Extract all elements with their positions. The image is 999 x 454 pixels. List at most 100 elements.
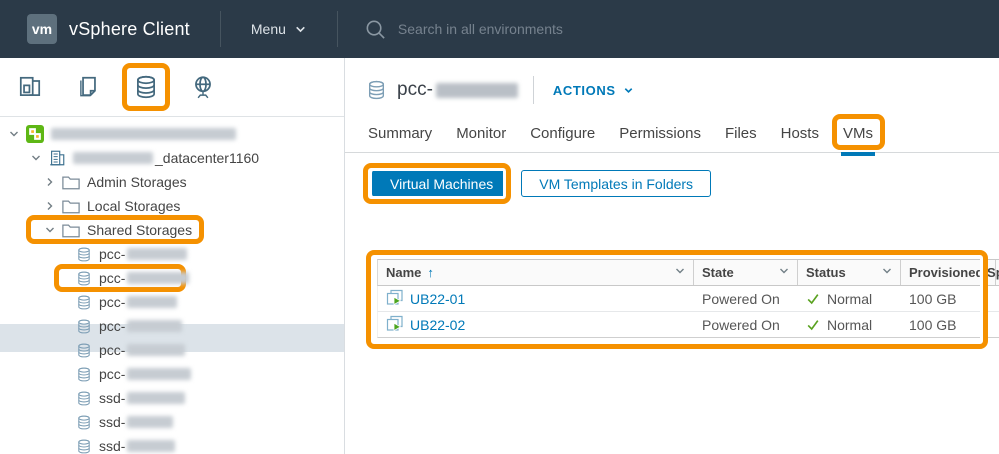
view-toggle: Virtual Machines VM Templates in Folders	[372, 170, 711, 197]
redacted-text	[436, 83, 518, 98]
datastore-icon	[76, 246, 92, 263]
chevron-down-icon	[294, 23, 307, 36]
tree-item-datastore-selected[interactable]: pcc-	[0, 266, 344, 290]
status-ok-check-icon	[806, 292, 820, 306]
tree-item-datastore[interactable]: ssd-	[0, 434, 344, 454]
tab-configure[interactable]: Configure	[530, 120, 595, 152]
vcenter-icon	[26, 125, 44, 143]
datastore-icon	[76, 294, 92, 311]
folder-icon	[62, 175, 80, 190]
tab-vms[interactable]: VMs	[843, 120, 873, 152]
divider	[337, 11, 338, 47]
redacted-text	[127, 344, 185, 356]
tree-item-label: ssd-	[99, 438, 125, 454]
status-text: Normal	[827, 317, 872, 333]
column-header-provisioned-space[interactable]: Provisioned Spac	[901, 260, 996, 285]
divider	[533, 76, 534, 104]
table-header-row: Name ↑ State Status Provisioned Spac	[377, 259, 999, 286]
virtual-machines-button[interactable]: Virtual Machines	[372, 170, 511, 197]
redacted-text	[73, 152, 153, 164]
global-search[interactable]: Search in all environments	[364, 18, 563, 41]
tree-item-folder-admin-storages[interactable]: Admin Storages	[0, 170, 344, 194]
inventory-tree: _datacenter1160 Admin Storages Local Sto…	[0, 122, 344, 454]
cell-state: Powered On	[694, 286, 798, 311]
datastore-icon	[76, 366, 92, 383]
tree-item-label: Admin Storages	[87, 174, 187, 190]
tree-item-datastore[interactable]: ssd-	[0, 386, 344, 410]
tree-item-label: pcc-	[99, 318, 125, 334]
tree-item-datastore[interactable]: pcc-	[0, 290, 344, 314]
column-menu-chevron-icon[interactable]	[778, 265, 790, 280]
vm-templates-label: VM Templates in Folders	[539, 176, 693, 192]
table-row[interactable]: UB22-02 Powered On Normal 100 GB	[377, 312, 999, 338]
vm-name-link[interactable]: UB22-02	[410, 317, 465, 333]
tab-summary[interactable]: Summary	[368, 120, 432, 152]
table-row[interactable]: UB22-01 Powered On Normal 100 GB	[377, 286, 999, 312]
redacted-text	[127, 368, 191, 380]
storage-icon[interactable]	[132, 73, 160, 101]
search-icon	[364, 18, 387, 41]
tree-item-label: Shared Storages	[87, 222, 192, 238]
tree-item-label: pcc-	[99, 366, 125, 382]
chevron-down-icon[interactable]	[44, 224, 56, 236]
tree-item-folder-local-storages[interactable]: Local Storages	[0, 194, 344, 218]
column-menu-chevron-icon[interactable]	[881, 265, 893, 280]
vmware-logo[interactable]: vm	[27, 14, 57, 44]
column-label: Status	[806, 265, 846, 280]
cell-provisioned: 100 GB	[901, 312, 996, 337]
sort-ascending-icon: ↑	[427, 265, 434, 280]
hosts-and-clusters-icon[interactable]	[16, 73, 44, 101]
vsphere-client-window: vm vSphere Client Menu Search in all env…	[0, 0, 999, 454]
vms-and-templates-icon[interactable]	[75, 73, 103, 101]
actions-label: ACTIONS	[553, 83, 616, 98]
vm-powered-on-icon	[386, 315, 404, 335]
tree-item-label: Local Storages	[87, 198, 180, 214]
tree-item-datastore[interactable]: ssd-	[0, 410, 344, 434]
top-bar: vm vSphere Client Menu Search in all env…	[0, 0, 999, 58]
column-menu-chevron-icon[interactable]	[674, 265, 686, 280]
tree-item-datastore[interactable]: pcc-	[0, 314, 344, 338]
search-placeholder: Search in all environments	[398, 21, 563, 37]
tree-item-label: pcc-	[99, 246, 125, 262]
tree-item-folder-shared-storages[interactable]: Shared Storages	[0, 218, 344, 242]
tab-monitor[interactable]: Monitor	[456, 120, 506, 152]
column-header-status[interactable]: Status	[798, 260, 901, 285]
datastore-icon	[76, 270, 92, 287]
chevron-right-icon[interactable]	[44, 176, 56, 188]
tab-files[interactable]: Files	[725, 120, 757, 152]
menu-label: Menu	[251, 21, 286, 37]
tree-item-label: ssd-	[99, 390, 125, 406]
tree-item-datastore[interactable]: pcc-	[0, 362, 344, 386]
datastore-icon	[366, 79, 387, 101]
page-title: pcc-	[397, 79, 518, 101]
column-header-state[interactable]: State	[694, 260, 798, 285]
vm-name-link[interactable]: UB22-01	[410, 291, 465, 307]
datastore-icon	[76, 318, 92, 335]
redacted-text	[127, 392, 185, 404]
tree-item-datastore[interactable]: pcc-	[0, 338, 344, 362]
vm-templates-button[interactable]: VM Templates in Folders	[521, 170, 711, 197]
networking-icon[interactable]	[189, 73, 217, 101]
actions-button[interactable]: ACTIONS	[553, 83, 634, 98]
tree-item-vcenter[interactable]	[0, 122, 344, 146]
tab-permissions[interactable]: Permissions	[619, 120, 701, 152]
tab-hosts[interactable]: Hosts	[781, 120, 819, 152]
main-panel: pcc- ACTIONS Summary Monitor Configure P…	[345, 58, 999, 454]
tree-item-label: ssd-	[99, 414, 125, 430]
chevron-down-icon	[623, 85, 634, 96]
tree-item-datastore[interactable]: pcc-	[0, 242, 344, 266]
datastore-icon	[76, 414, 92, 431]
column-header-name[interactable]: Name ↑	[378, 260, 694, 285]
menu-button[interactable]: Menu	[251, 21, 307, 37]
page-title-prefix: pcc-	[397, 79, 433, 101]
redacted-text	[127, 296, 177, 308]
tree-item-datacenter[interactable]: _datacenter1160	[0, 146, 344, 170]
chevron-right-icon[interactable]	[44, 200, 56, 212]
cell-provisioned: 100 GB	[901, 286, 996, 311]
folder-icon	[62, 223, 80, 238]
chevron-down-icon[interactable]	[30, 152, 42, 164]
status-text: Normal	[827, 291, 872, 307]
chevron-down-icon[interactable]	[8, 128, 20, 140]
tree-item-label: pcc-	[99, 270, 125, 286]
datacenter-icon	[48, 149, 66, 167]
